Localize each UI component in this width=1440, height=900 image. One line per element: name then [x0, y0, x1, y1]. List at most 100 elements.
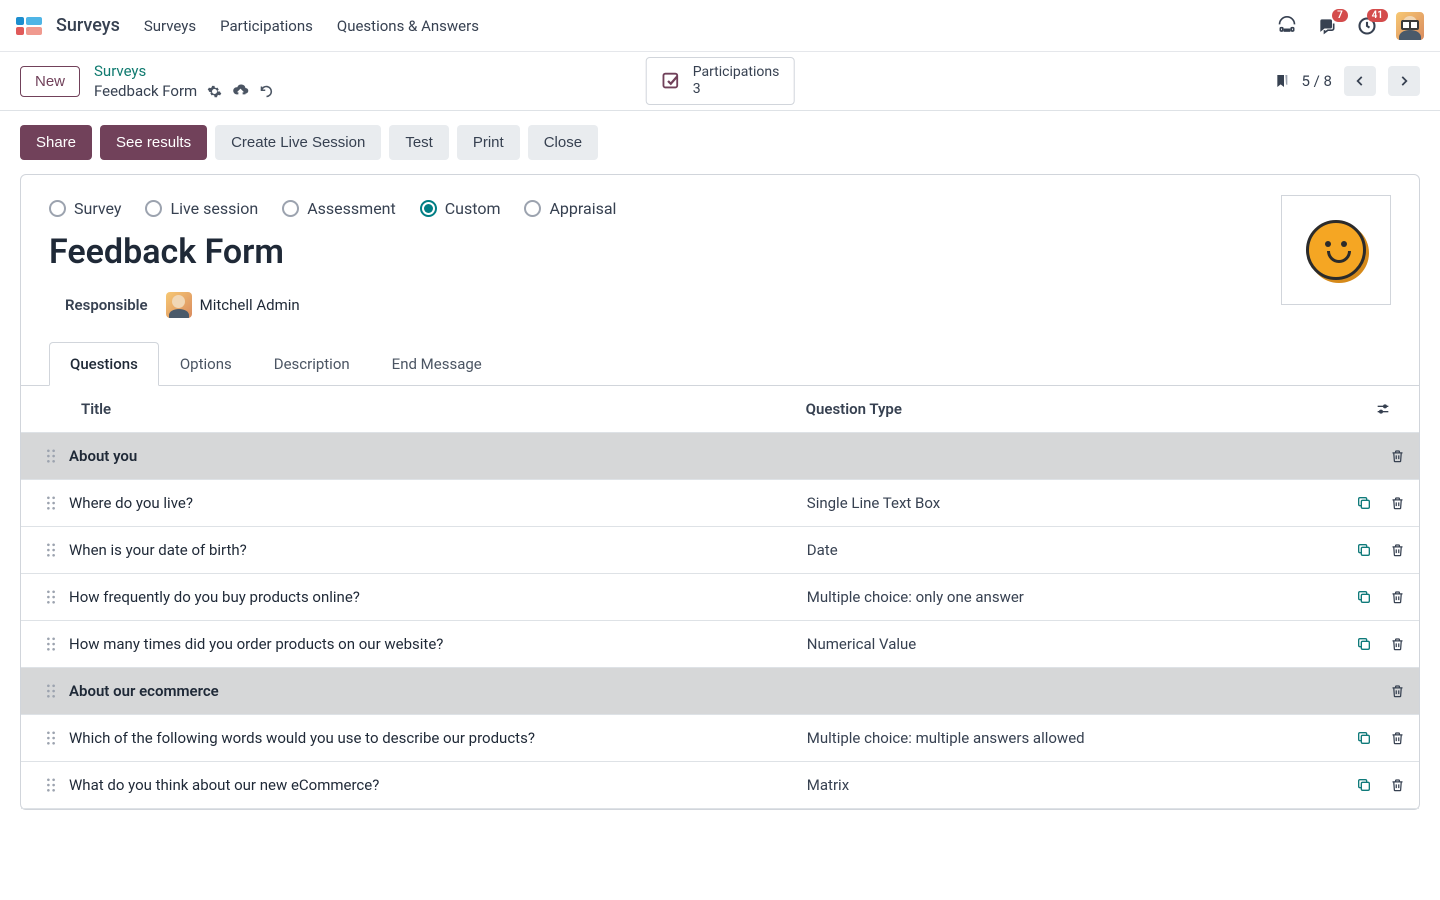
row-type: Single Line Text Box — [807, 494, 1325, 512]
stat-label: Participations — [693, 64, 780, 81]
nav-link-surveys[interactable]: Surveys — [144, 17, 196, 35]
radio-icon — [524, 200, 541, 217]
control-panel: New Surveys Feedback Form Participations… — [0, 52, 1440, 110]
delete-icon[interactable] — [1390, 683, 1405, 699]
checkbox-icon — [661, 70, 683, 92]
drag-handle-icon[interactable] — [35, 496, 67, 510]
action-buttons: Share See results Create Live Session Te… — [20, 111, 598, 174]
copy-icon[interactable] — [1356, 589, 1372, 605]
tab-description[interactable]: Description — [253, 342, 371, 386]
radio-survey[interactable]: Survey — [49, 199, 121, 218]
survey-type-radios: Survey Live session Assessment Custom Apprai… — [49, 199, 1391, 218]
cloud-upload-icon[interactable] — [232, 83, 249, 100]
row-title: How frequently do you buy products onlin… — [67, 588, 807, 606]
phone-icon[interactable] — [1276, 15, 1298, 37]
pager-text[interactable]: 5 / 8 — [1302, 72, 1333, 90]
row-title: Which of the following words would you u… — [67, 729, 807, 747]
row-type: Matrix — [807, 776, 1325, 794]
radio-icon — [420, 200, 437, 217]
copy-icon[interactable] — [1356, 636, 1372, 652]
responsible-user-name: Mitchell Admin — [200, 296, 300, 314]
delete-icon[interactable] — [1390, 542, 1405, 558]
app-title[interactable]: Surveys — [56, 15, 120, 36]
drag-handle-icon[interactable] — [35, 731, 67, 745]
column-type[interactable]: Question Type — [806, 400, 1311, 418]
pager-prev[interactable] — [1344, 66, 1376, 96]
drag-handle-icon[interactable] — [35, 543, 67, 557]
radio-appraisal[interactable]: Appraisal — [524, 199, 616, 218]
print-button[interactable]: Print — [457, 125, 520, 160]
undo-icon[interactable] — [259, 84, 274, 99]
breadcrumb-current: Feedback Form — [94, 82, 197, 100]
tabs: QuestionsOptionsDescriptionEnd Message — [21, 342, 1419, 386]
nav-link-qa[interactable]: Questions & Answers — [337, 17, 479, 35]
create-live-button[interactable]: Create Live Session — [215, 125, 381, 160]
radio-icon — [145, 200, 162, 217]
column-title[interactable]: Title — [81, 400, 806, 418]
tab-options[interactable]: Options — [159, 342, 253, 386]
question-row[interactable]: When is your date of birth? Date — [21, 527, 1419, 574]
delete-icon[interactable] — [1390, 589, 1405, 605]
navbar: Surveys Surveys Participations Questions… — [0, 0, 1440, 52]
form-sheet: Survey Live session Assessment Custom Apprai… — [20, 174, 1420, 810]
copy-icon[interactable] — [1356, 542, 1372, 558]
drag-handle-icon[interactable] — [35, 778, 67, 792]
radio-assessment[interactable]: Assessment — [282, 199, 396, 218]
breadcrumb-root[interactable]: Surveys — [94, 62, 274, 80]
messages-badge: 7 — [1332, 9, 1348, 22]
delete-icon[interactable] — [1390, 636, 1405, 652]
radio-custom[interactable]: Custom — [420, 199, 501, 218]
row-title: About you — [67, 447, 807, 465]
survey-image[interactable] — [1281, 195, 1391, 305]
survey-title[interactable]: Feedback Form — [49, 232, 1391, 272]
share-button[interactable]: Share — [20, 125, 92, 160]
tab-end-message[interactable]: End Message — [371, 342, 503, 386]
question-row[interactable]: Where do you live? Single Line Text Box — [21, 480, 1419, 527]
radio-icon — [49, 200, 66, 217]
close-button[interactable]: Close — [528, 125, 598, 160]
new-button[interactable]: New — [20, 66, 80, 97]
delete-icon[interactable] — [1390, 495, 1405, 511]
row-type: Date — [807, 541, 1325, 559]
test-button[interactable]: Test — [389, 125, 449, 160]
drag-handle-icon[interactable] — [35, 684, 67, 698]
drag-handle-icon[interactable] — [35, 637, 67, 651]
participations-stat[interactable]: Participations 3 — [646, 57, 795, 105]
row-title: What do you think about our new eCommerc… — [67, 776, 807, 794]
breadcrumb: Surveys Feedback Form — [94, 62, 274, 100]
row-type: Numerical Value — [807, 635, 1325, 653]
row-title: How many times did you order products on… — [67, 635, 807, 653]
app-logo-icon[interactable] — [16, 17, 44, 35]
tab-questions[interactable]: Questions — [49, 342, 159, 386]
copy-icon[interactable] — [1356, 495, 1372, 511]
section-row[interactable]: About our ecommerce — [21, 668, 1419, 715]
delete-icon[interactable] — [1390, 730, 1405, 746]
pager-next[interactable] — [1388, 66, 1420, 96]
responsible-user[interactable]: Mitchell Admin — [166, 292, 300, 318]
section-row[interactable]: About you — [21, 433, 1419, 480]
drag-handle-icon[interactable] — [35, 449, 67, 463]
delete-icon[interactable] — [1390, 448, 1405, 464]
nav-link-participations[interactable]: Participations — [220, 17, 313, 35]
radio-live-session[interactable]: Live session — [145, 199, 258, 218]
activities-icon[interactable]: 41 — [1356, 15, 1378, 37]
smiley-icon — [1306, 220, 1366, 280]
user-avatar-small — [166, 292, 192, 318]
row-title: Where do you live? — [67, 494, 807, 512]
copy-icon[interactable] — [1356, 730, 1372, 746]
see-results-button[interactable]: See results — [100, 125, 207, 160]
delete-icon[interactable] — [1390, 777, 1405, 793]
question-row[interactable]: How frequently do you buy products onlin… — [21, 574, 1419, 621]
question-row[interactable]: How many times did you order products on… — [21, 621, 1419, 668]
bookmark-icon[interactable] — [1274, 72, 1290, 90]
columns-settings-icon[interactable] — [1375, 401, 1391, 417]
user-avatar[interactable] — [1396, 12, 1424, 40]
question-row[interactable]: Which of the following words would you u… — [21, 715, 1419, 762]
drag-handle-icon[interactable] — [35, 590, 67, 604]
gear-icon[interactable] — [207, 84, 222, 99]
question-row[interactable]: What do you think about our new eCommerc… — [21, 762, 1419, 809]
copy-icon[interactable] — [1356, 777, 1372, 793]
messages-icon[interactable]: 7 — [1316, 15, 1338, 37]
activities-badge: 41 — [1367, 9, 1388, 22]
responsible-label: Responsible — [65, 296, 148, 314]
